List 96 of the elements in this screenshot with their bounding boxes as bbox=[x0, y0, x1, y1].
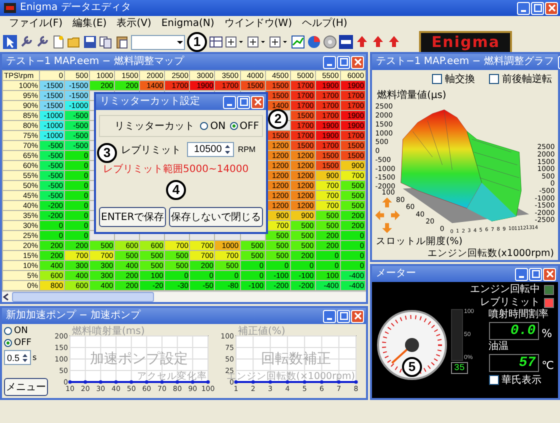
rev-limit-spinbox[interactable]: 10500 bbox=[187, 142, 234, 157]
maximize-icon bbox=[340, 58, 348, 66]
step-number-badge: 1 bbox=[187, 32, 207, 52]
window-title: Enigma データエディタ bbox=[20, 1, 132, 15]
close-button[interactable] bbox=[545, 2, 558, 14]
wrench-icon[interactable] bbox=[19, 35, 33, 49]
close-icon bbox=[254, 98, 262, 106]
menu-item[interactable]: 編集(E) bbox=[70, 17, 110, 31]
upload-arrow-icon[interactable] bbox=[387, 35, 401, 49]
close-button[interactable] bbox=[251, 96, 264, 108]
dialog-title: リミッターカット設定 bbox=[100, 94, 201, 109]
checkbox[interactable]: 華氏表示 bbox=[488, 373, 554, 387]
add-row-icon[interactable] bbox=[269, 35, 289, 49]
horizontal-scrollbar[interactable] bbox=[2, 291, 366, 302]
digital-readout: 57 bbox=[488, 354, 539, 372]
paste-icon[interactable] bbox=[115, 35, 129, 49]
close-icon bbox=[354, 312, 362, 320]
disc-icon[interactable] bbox=[323, 35, 337, 49]
upload-arrow-icon[interactable] bbox=[355, 35, 369, 49]
y-axis-label: 補正値(%) bbox=[238, 326, 286, 337]
readout-label: 噴射時間割率 bbox=[488, 309, 550, 321]
rev-limit-label: レブリミット bbox=[121, 144, 181, 156]
dialog-button[interactable]: 保存しないで閉じる bbox=[169, 207, 263, 227]
maximize-button[interactable] bbox=[529, 268, 542, 280]
maximize-button[interactable] bbox=[237, 96, 250, 108]
add-row-icon[interactable] bbox=[225, 35, 245, 49]
cursor-icon[interactable] bbox=[3, 35, 17, 49]
menu-button[interactable]: メニュー bbox=[4, 378, 48, 396]
menu-item[interactable]: ウインドウ(W) bbox=[221, 17, 295, 31]
y-axis-label: 燃料噴射量(ms) bbox=[72, 326, 145, 337]
maximize-button[interactable] bbox=[337, 56, 350, 68]
x-axis-label: アクセル変化率 bbox=[137, 371, 207, 382]
menu-item[interactable]: 表示(V) bbox=[114, 17, 154, 31]
time-spinbox[interactable]: 0.5 bbox=[4, 350, 31, 365]
dialog-button[interactable]: ENTERで保存 bbox=[99, 207, 166, 227]
add-row-icon[interactable] bbox=[247, 35, 267, 49]
window-title: 新加加速ポンプ − 加速ポンプ bbox=[6, 308, 142, 323]
wrench-icon[interactable] bbox=[35, 35, 49, 49]
menu-item[interactable]: ファイル(F) bbox=[6, 17, 66, 31]
new-file-icon[interactable] bbox=[51, 35, 65, 49]
seconds-unit-label: s bbox=[32, 353, 37, 362]
radio-option[interactable]: ON bbox=[200, 120, 226, 132]
table-icon[interactable] bbox=[209, 35, 223, 49]
menu-item[interactable]: ヘルプ(H) bbox=[298, 17, 350, 31]
tachometer-drawing bbox=[376, 309, 448, 381]
copy-icon[interactable] bbox=[99, 35, 113, 49]
unit-label: % bbox=[542, 327, 552, 340]
readout-label: 油温 bbox=[488, 341, 510, 353]
close-button[interactable] bbox=[543, 268, 556, 280]
checkbox[interactable]: 前後軸逆転 bbox=[489, 72, 552, 86]
menu-item[interactable]: Enigma(N) bbox=[158, 17, 218, 31]
close-button[interactable] bbox=[351, 310, 364, 322]
z-axis-label: 燃料増量値(μs) bbox=[377, 90, 446, 101]
maximize-icon bbox=[532, 270, 540, 278]
radio-option[interactable]: ON bbox=[4, 326, 48, 336]
maximize-icon bbox=[340, 312, 348, 320]
close-icon bbox=[548, 4, 556, 12]
unit-label: ℃ bbox=[542, 359, 554, 372]
save-icon[interactable] bbox=[83, 35, 97, 49]
pie-chart-icon[interactable] bbox=[307, 35, 321, 49]
scroll-left-icon[interactable] bbox=[2, 293, 10, 301]
x-axis-label: エンジン回転数(x1000rpm) bbox=[426, 248, 555, 260]
spin-arrows-icon[interactable] bbox=[224, 144, 231, 155]
radio-option[interactable]: OFF bbox=[4, 338, 48, 348]
meter-icon[interactable] bbox=[339, 35, 353, 49]
window-title: メーター bbox=[376, 267, 417, 281]
line-chart-icon[interactable] bbox=[291, 35, 305, 49]
window-title: テスト−1 MAP.eem − 燃料調整グラフ bbox=[376, 54, 554, 69]
limiter-cut-label: リミッターカット bbox=[114, 120, 194, 133]
window-title: テスト−1 MAP.eem − 燃料調整マップ bbox=[6, 54, 186, 69]
rev-limit-range-note: レブリミット範囲5000~14000 bbox=[102, 162, 250, 176]
step-number-badge: 4 bbox=[166, 180, 186, 200]
maximize-button[interactable] bbox=[531, 2, 544, 14]
close-icon bbox=[354, 58, 362, 66]
logo: Enigma bbox=[419, 30, 512, 54]
digital-readout: 0.0 bbox=[488, 322, 539, 340]
indicator-label: エンジン回転中 bbox=[470, 284, 540, 296]
dropdown-field[interactable] bbox=[131, 34, 185, 50]
maximize-button[interactable] bbox=[337, 310, 350, 322]
spin-arrows-icon[interactable] bbox=[22, 352, 28, 362]
radio-option[interactable]: OFF bbox=[230, 120, 259, 132]
maximize-icon bbox=[240, 98, 248, 106]
checkbox[interactable]: 軸交換 bbox=[432, 72, 475, 86]
close-icon bbox=[546, 270, 554, 278]
maximize-icon bbox=[534, 4, 542, 12]
chart-title: 回転数補正 bbox=[261, 351, 331, 367]
indicator-label: レブリミット bbox=[480, 297, 540, 308]
vertical-bar-gauge bbox=[451, 309, 463, 361]
upload-arrow-icon[interactable] bbox=[371, 35, 385, 49]
app-icon bbox=[4, 3, 16, 13]
chart-title: 加速ポンプ設定 bbox=[90, 351, 188, 367]
rpm-unit-label: RPM bbox=[238, 145, 256, 154]
step-number-badge: 3 bbox=[97, 143, 117, 163]
close-button[interactable] bbox=[351, 56, 364, 68]
digital-readout: 35 bbox=[451, 362, 468, 374]
y-axis-label: スロットル開度(%) bbox=[375, 236, 464, 248]
